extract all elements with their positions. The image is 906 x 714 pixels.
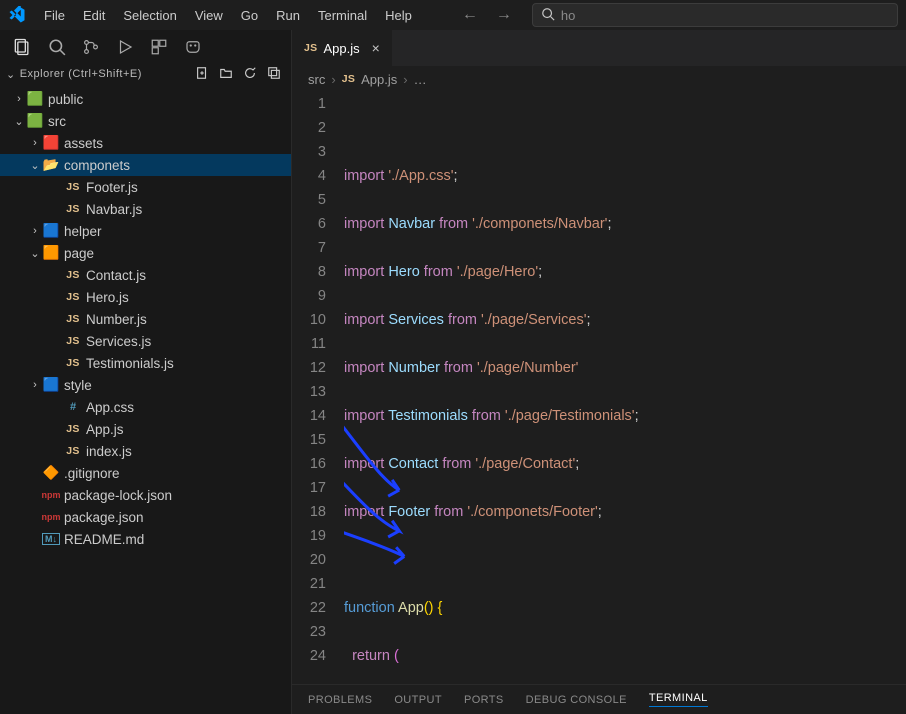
folder-icon: 🟦: [42, 223, 60, 239]
breadcrumb-file[interactable]: App.js: [361, 72, 397, 87]
folder-helper[interactable]: ›🟦helper: [0, 220, 291, 242]
folder-open-icon: 🟧: [42, 245, 60, 261]
vscode-logo-icon: [8, 6, 26, 24]
tab-app-js[interactable]: JS App.js ×: [292, 30, 393, 66]
line-gutter: 123456789101112131415161718192021222324: [292, 92, 344, 684]
menu-edit[interactable]: Edit: [75, 4, 113, 27]
bottom-panel-tabs: PROBLEMS OUTPUT PORTS DEBUG CONSOLE TERM…: [292, 684, 906, 714]
panel-tab-ports[interactable]: PORTS: [464, 694, 504, 706]
editor-tabs: JS App.js ×: [292, 30, 906, 66]
folder-icon: 🟦: [42, 377, 60, 393]
file-hero-js[interactable]: JSHero.js: [0, 286, 291, 308]
file-number-js[interactable]: JSNumber.js: [0, 308, 291, 330]
extensions-icon[interactable]: [150, 38, 168, 56]
nav-back-icon[interactable]: ←: [462, 6, 478, 24]
file-package-lock[interactable]: npmpackage-lock.json: [0, 484, 291, 506]
menu-go[interactable]: Go: [233, 4, 266, 27]
search-placeholder: ho: [561, 8, 575, 23]
menu-selection[interactable]: Selection: [115, 4, 184, 27]
source-control-icon[interactable]: [82, 38, 100, 56]
js-file-icon: JS: [304, 42, 317, 54]
panel-tab-debug-console[interactable]: DEBUG CONSOLE: [526, 694, 627, 706]
refresh-icon[interactable]: [243, 66, 257, 83]
close-tab-icon[interactable]: ×: [372, 40, 380, 56]
js-file-icon: JS: [64, 269, 82, 281]
nav-arrows: ← →: [462, 6, 512, 24]
chevron-right-icon: ›: [403, 72, 407, 87]
js-file-icon: JS: [64, 313, 82, 325]
run-debug-icon[interactable]: [116, 38, 134, 56]
npm-icon: npm: [42, 490, 60, 500]
folder-assets[interactable]: ›🟥assets: [0, 132, 291, 154]
new-folder-icon[interactable]: [219, 66, 233, 83]
breadcrumb-src[interactable]: src: [308, 72, 325, 87]
folder-icon: 🟥: [42, 135, 60, 151]
chevron-down-icon: ⌄: [6, 68, 16, 81]
chevron-right-icon: ›: [331, 72, 335, 87]
search-sidebar-icon[interactable]: [48, 38, 66, 56]
file-tree: ›🟩public ⌄🟩src ›🟥assets ⌄📂componets JSFo…: [0, 88, 291, 714]
js-file-icon: JS: [64, 203, 82, 215]
folder-public[interactable]: ›🟩public: [0, 88, 291, 110]
folder-page[interactable]: ⌄🟧page: [0, 242, 291, 264]
panel-tab-problems[interactable]: PROBLEMS: [308, 694, 372, 706]
js-file-icon: JS: [64, 357, 82, 369]
panel-tab-terminal[interactable]: TERMINAL: [649, 692, 708, 707]
js-file-icon: JS: [64, 181, 82, 193]
folder-componets[interactable]: ⌄📂componets: [0, 154, 291, 176]
git-icon: 🔶: [42, 465, 60, 481]
css-file-icon: #: [64, 401, 82, 413]
file-package-json[interactable]: npmpackage.json: [0, 506, 291, 528]
menu-file[interactable]: File: [36, 4, 73, 27]
file-app-js[interactable]: JSApp.js: [0, 418, 291, 440]
explorer-header[interactable]: ⌄ Explorer (Ctrl+Shift+E): [0, 64, 291, 88]
file-readme[interactable]: M↓README.md: [0, 528, 291, 550]
new-file-icon[interactable]: [195, 66, 209, 83]
markdown-icon: M↓: [42, 533, 60, 545]
folder-style[interactable]: ›🟦style: [0, 374, 291, 396]
file-gitignore[interactable]: 🔶.gitignore: [0, 462, 291, 484]
js-file-icon: JS: [342, 73, 355, 85]
copilot-icon[interactable]: [184, 38, 202, 56]
code-content[interactable]: import './App.css'; import Navbar from '…: [344, 92, 906, 684]
explorer-icon[interactable]: [12, 37, 32, 57]
npm-icon: npm: [42, 512, 60, 522]
js-file-icon: JS: [64, 423, 82, 435]
file-app-css[interactable]: #App.css: [0, 396, 291, 418]
js-file-icon: JS: [64, 335, 82, 347]
breadcrumb-more[interactable]: …: [414, 72, 427, 87]
folder-open-icon: 🟩: [26, 113, 44, 129]
folder-open-icon: 📂: [42, 157, 60, 173]
tab-label: App.js: [323, 41, 359, 56]
editor-area: JS App.js × src › JS App.js › … 12345678…: [292, 30, 906, 714]
breadcrumbs[interactable]: src › JS App.js › …: [292, 66, 906, 92]
file-services-js[interactable]: JSServices.js: [0, 330, 291, 352]
menu-view[interactable]: View: [187, 4, 231, 27]
command-center-search[interactable]: ho: [532, 3, 898, 27]
file-testimonials-js[interactable]: JSTestimonials.js: [0, 352, 291, 374]
file-footer-js[interactable]: JSFooter.js: [0, 176, 291, 198]
file-navbar-js[interactable]: JSNavbar.js: [0, 198, 291, 220]
explorer-top-toolbar: [0, 30, 291, 64]
file-contact-js[interactable]: JSContact.js: [0, 264, 291, 286]
folder-src[interactable]: ⌄🟩src: [0, 110, 291, 132]
menu-run[interactable]: Run: [268, 4, 308, 27]
js-file-icon: JS: [64, 291, 82, 303]
file-index-js[interactable]: JSindex.js: [0, 440, 291, 462]
explorer-title: Explorer (Ctrl+Shift+E): [20, 68, 142, 80]
nav-forward-icon[interactable]: →: [496, 6, 512, 24]
collapse-all-icon[interactable]: [267, 66, 281, 83]
js-file-icon: JS: [64, 445, 82, 457]
menu-terminal[interactable]: Terminal: [310, 4, 375, 27]
sidebar: ⌄ Explorer (Ctrl+Shift+E) ›🟩public ⌄🟩src…: [0, 30, 292, 714]
search-icon: [541, 7, 555, 24]
menu-help[interactable]: Help: [377, 4, 420, 27]
panel-tab-output[interactable]: OUTPUT: [394, 694, 442, 706]
folder-icon: 🟩: [26, 91, 44, 107]
code-editor[interactable]: 123456789101112131415161718192021222324 …: [292, 92, 906, 684]
explorer-actions: [195, 66, 281, 83]
title-bar: File Edit Selection View Go Run Terminal…: [0, 0, 906, 30]
